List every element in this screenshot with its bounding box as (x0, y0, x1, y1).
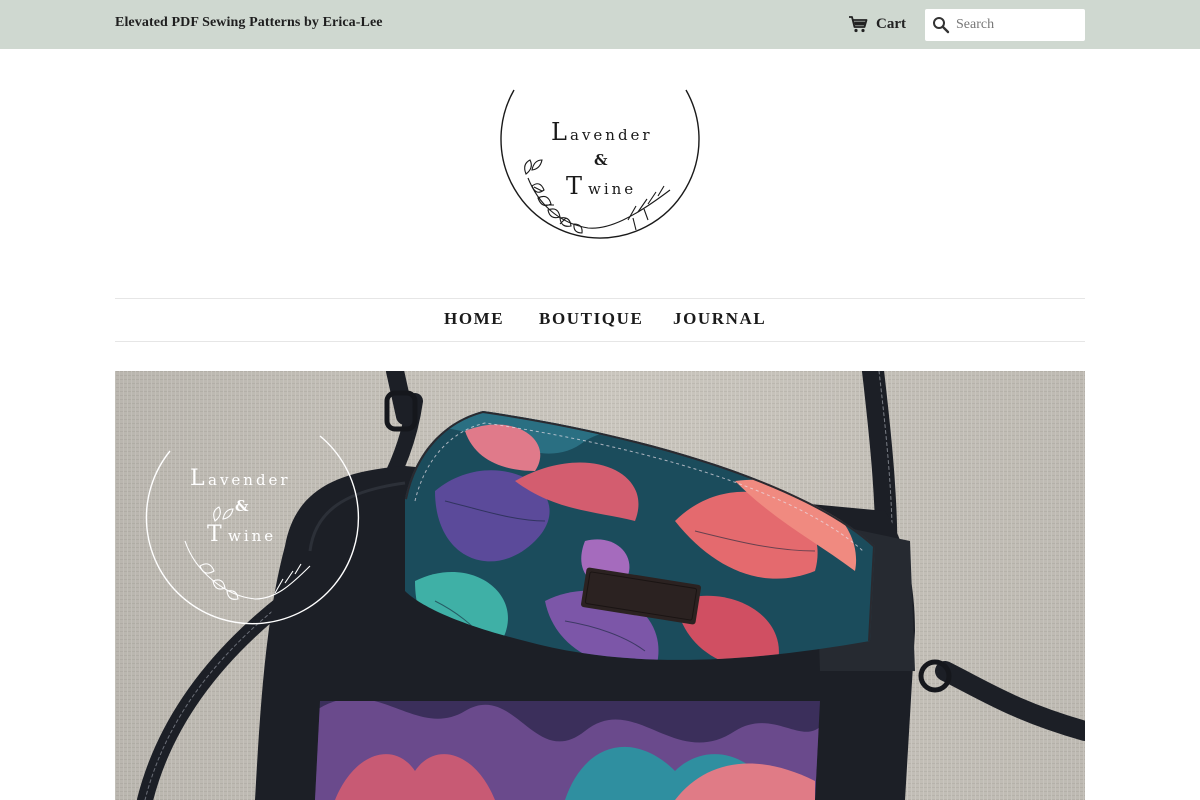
hero-image[interactable]: L avender & T wine (115, 371, 1085, 800)
cart-label: Cart (876, 15, 906, 32)
logo-word-wine: wine (588, 180, 636, 198)
main-navigation: HOME BOUTIQUE JOURNAL (115, 298, 1085, 342)
logo-ampersand: & (594, 151, 608, 169)
logo-word-avender: avender (570, 126, 653, 144)
watermark-initial-l: L (190, 466, 205, 491)
watermark-initial-t: T (207, 522, 222, 547)
logo-initial-l: L (551, 118, 567, 146)
cart-link[interactable]: Cart (848, 13, 906, 35)
search-box (925, 9, 1085, 41)
watermark-word-avender: avender (208, 471, 291, 489)
nav-item-boutique[interactable]: BOUTIQUE (539, 309, 643, 329)
bag-front-pocket (315, 701, 820, 800)
watermark-word-wine: wine (228, 527, 276, 545)
store-tagline: Elevated PDF Sewing Patterns by Erica-Le… (115, 15, 383, 30)
watermark-ampersand: & (235, 497, 249, 515)
cart-icon (849, 16, 868, 33)
search-icon[interactable] (932, 16, 950, 34)
nav-item-home[interactable]: HOME (444, 309, 504, 329)
announcement-bar: Elevated PDF Sewing Patterns by Erica-Le… (0, 0, 1200, 49)
site-logo[interactable]: L avender & T wine (498, 78, 702, 260)
logo-initial-t: T (566, 172, 582, 200)
search-input[interactable] (954, 10, 1084, 40)
nav-item-journal[interactable]: JOURNAL (673, 309, 766, 329)
